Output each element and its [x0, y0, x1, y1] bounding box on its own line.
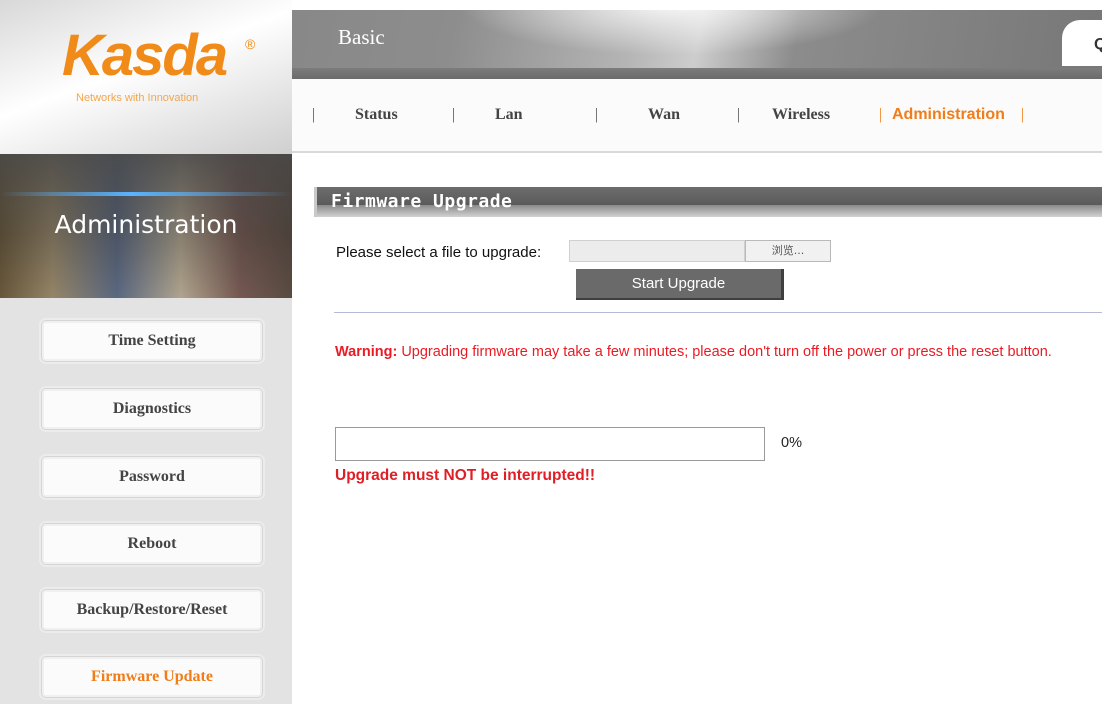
firmware-file-input[interactable] — [569, 240, 745, 262]
section-banner: Administration — [0, 154, 292, 298]
warning-message: Warning: Upgrading firmware may take a f… — [335, 344, 1102, 361]
top-bar-highlight — [442, 10, 902, 60]
sidebar-item-password[interactable]: Password — [41, 456, 263, 498]
nav-separator: | — [452, 106, 456, 123]
nav-separator: | — [312, 106, 316, 123]
nav-separator: | — [737, 106, 741, 123]
sidebar-item-time-setting[interactable]: Time Setting — [41, 320, 263, 362]
section-header-bar: Firmware Upgrade — [314, 187, 1102, 217]
section-title: Firmware Upgrade — [331, 191, 513, 212]
nav-separator: | — [595, 106, 599, 123]
upgrade-progress-bar — [335, 427, 765, 461]
nav-separator: | — [1021, 106, 1025, 123]
nav-item-wireless[interactable]: Wireless — [772, 106, 830, 124]
nav-item-wan[interactable]: Wan — [648, 106, 680, 124]
main-nav: | Status | Lan | Wan | Wireless | Admini… — [292, 79, 1102, 153]
nav-separator: | — [879, 106, 883, 123]
section-banner-title: Administration — [54, 210, 238, 239]
top-bar-bottom-strip — [292, 68, 1102, 79]
sidebar-item-reboot[interactable]: Reboot — [41, 523, 263, 565]
sidebar-menu: Time Setting Diagnostics Password Reboot… — [0, 298, 292, 704]
nav-item-status[interactable]: Status — [355, 106, 398, 124]
progress-percent: 0% — [781, 435, 802, 451]
registered-mark: ® — [245, 36, 256, 52]
header: Basic Q | Status | Lan | Wan | Wireless … — [292, 0, 1102, 154]
tab-basic[interactable]: Basic — [338, 25, 385, 50]
top-tab-bar: Basic Q — [292, 10, 1102, 79]
nav-item-lan[interactable]: Lan — [495, 106, 523, 124]
main-content: Firmware Upgrade Please select a file to… — [292, 154, 1102, 704]
interrupt-warning: Upgrade must NOT be interrupted!! — [335, 467, 596, 484]
divider — [334, 312, 1102, 313]
sidebar-item-backup-restore-reset[interactable]: Backup/Restore/Reset — [41, 589, 263, 631]
brand-tagline: Networks with Innovation — [76, 92, 199, 104]
upload-label: Please select a file to upgrade: — [336, 244, 542, 261]
warning-body: Upgrading firmware may take a few minute… — [397, 344, 1052, 360]
sidebar-item-firmware-update[interactable]: Firmware Update — [41, 656, 263, 698]
banner-glow-line — [0, 192, 292, 196]
tab-quick-label: Q — [1094, 36, 1102, 53]
start-upgrade-button[interactable]: Start Upgrade — [576, 269, 784, 300]
warning-prefix: Warning: — [335, 344, 398, 360]
browse-button[interactable]: 浏览... — [745, 240, 831, 262]
logo-area: Kasda ® Networks with Innovation — [0, 0, 292, 154]
sidebar-item-diagnostics[interactable]: Diagnostics — [41, 388, 263, 430]
brand-logo: Kasda — [62, 23, 228, 88]
tab-quick-setup[interactable]: Q — [1062, 20, 1102, 66]
nav-item-administration[interactable]: Administration — [892, 106, 1005, 124]
